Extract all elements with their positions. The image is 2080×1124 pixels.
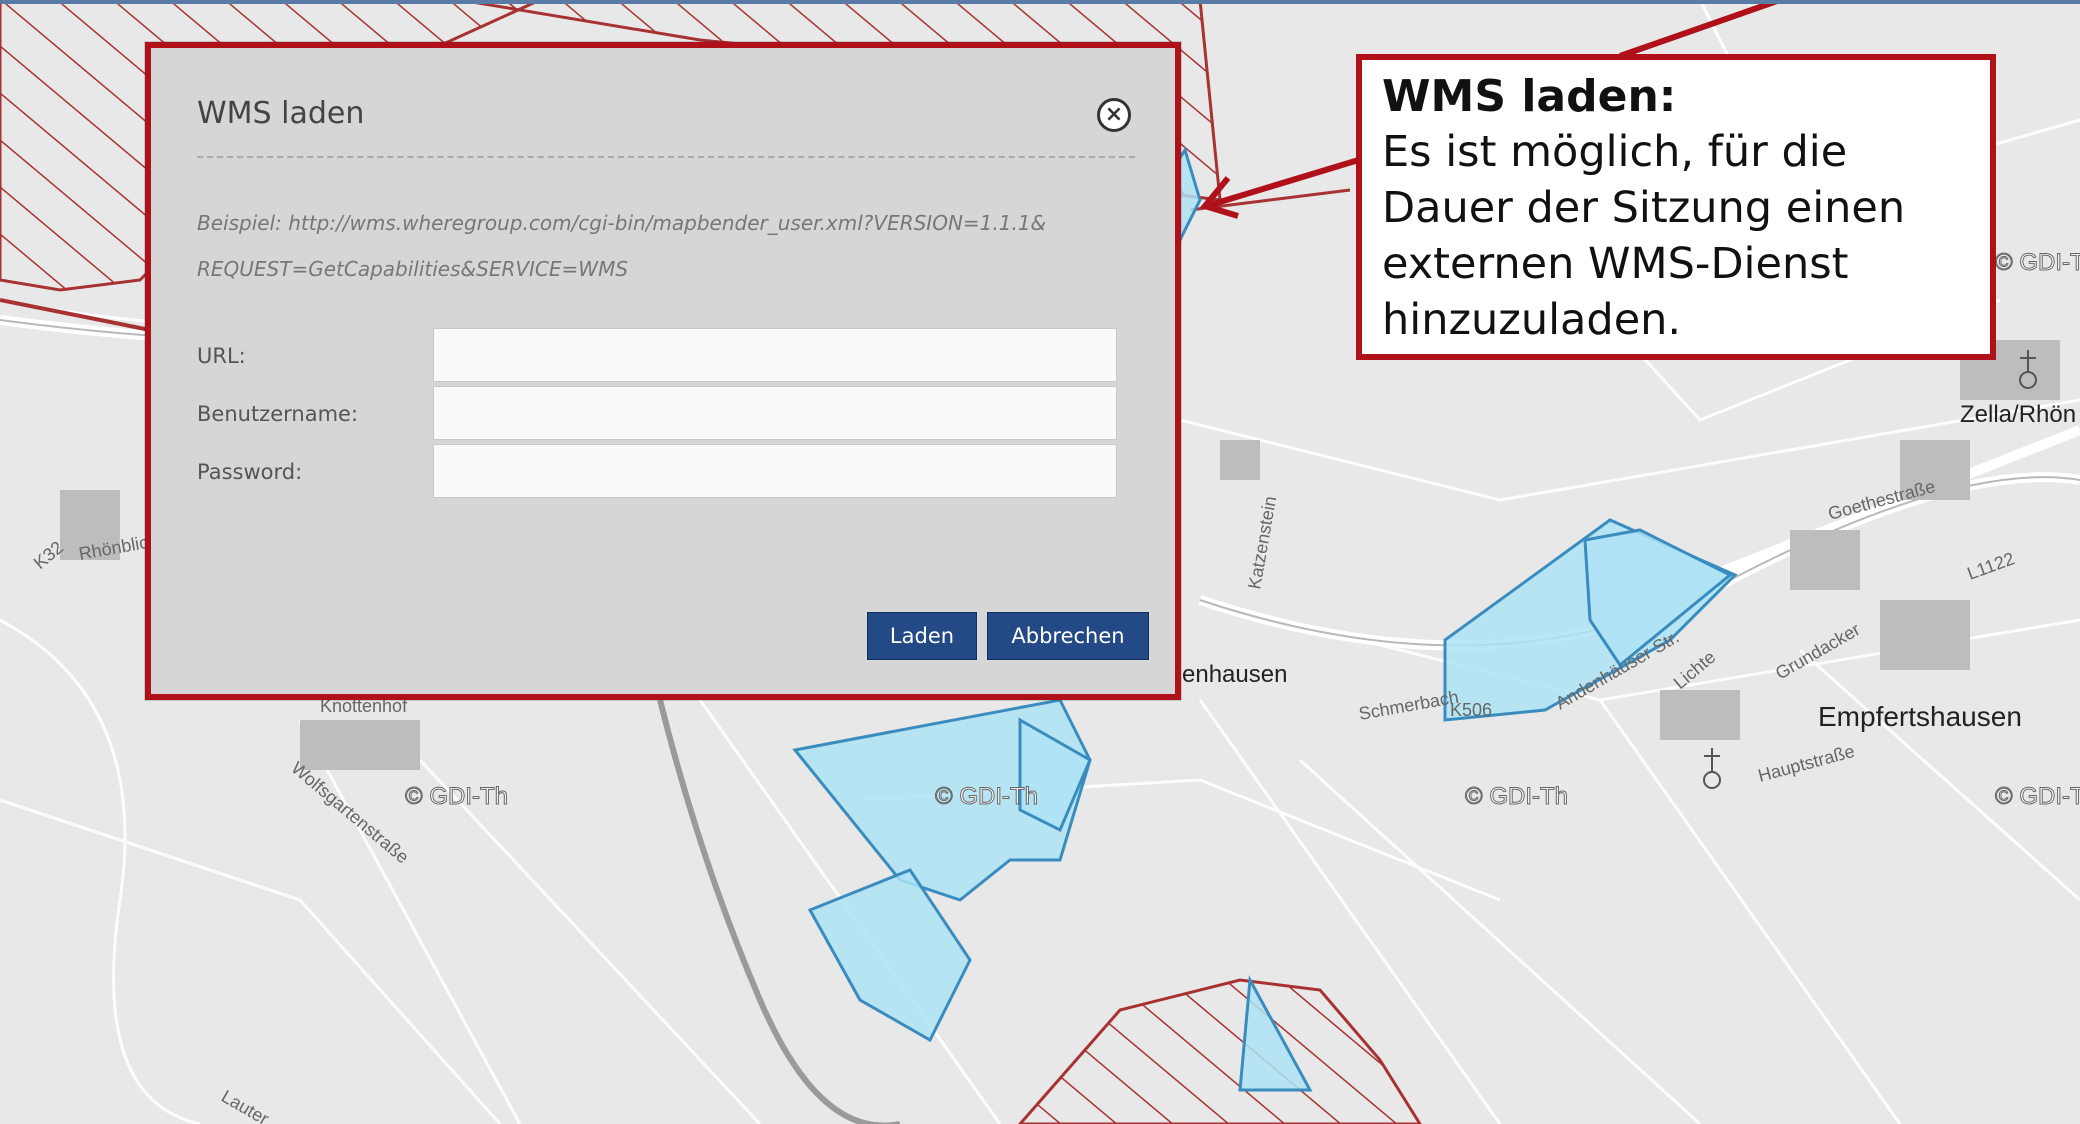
- divider: [197, 156, 1135, 158]
- username-input[interactable]: [433, 386, 1117, 440]
- copyright-label: © GDI-Th: [1995, 249, 2080, 276]
- password-label: Password:: [197, 460, 303, 484]
- username-row: Benutzername:: [197, 386, 1121, 442]
- load-button[interactable]: Laden: [867, 612, 977, 660]
- url-label: URL:: [197, 344, 246, 368]
- info-callout: WMS laden: Es ist möglich, für die Dauer…: [1356, 54, 1996, 360]
- top-bar: [0, 0, 2080, 4]
- callout-text: Es ist möglich, für die Dauer der Sitzun…: [1382, 127, 1906, 345]
- dialog-title: WMS laden: [197, 96, 365, 131]
- callout-title: WMS laden:: [1382, 71, 1677, 122]
- road-label: K506: [1450, 700, 1492, 720]
- copyright-label: © GDI-Th: [1995, 783, 2080, 810]
- cancel-button[interactable]: Abbrechen: [987, 612, 1149, 660]
- place-label-zella: Zella/Rhön: [1960, 401, 2076, 428]
- wms-load-dialog: WMS laden × Beispiel: http://wms.wheregr…: [145, 42, 1181, 700]
- example-line-1: Beispiel: http://wms.wheregroup.com/cgi-…: [197, 211, 1047, 235]
- url-row: URL:: [197, 328, 1121, 384]
- copyright-label: © GDI-Th: [935, 783, 1038, 810]
- username-label: Benutzername:: [197, 402, 359, 426]
- copyright-label: © GDI-Th: [405, 783, 508, 810]
- close-icon[interactable]: ×: [1097, 98, 1131, 132]
- copyright-label: © GDI-Th: [1465, 783, 1568, 810]
- password-input[interactable]: [433, 444, 1117, 498]
- example-line-2: REQUEST=GetCapabilities&SERVICE=WMS: [197, 257, 629, 281]
- password-row: Password:: [197, 444, 1121, 500]
- example-text: Beispiel: http://wms.wheregroup.com/cgi-…: [197, 200, 1097, 292]
- place-label-enhausen: enhausen: [1182, 661, 1287, 688]
- url-input[interactable]: [433, 328, 1117, 382]
- place-label-empfertshausen: Empfertshausen: [1818, 701, 2022, 732]
